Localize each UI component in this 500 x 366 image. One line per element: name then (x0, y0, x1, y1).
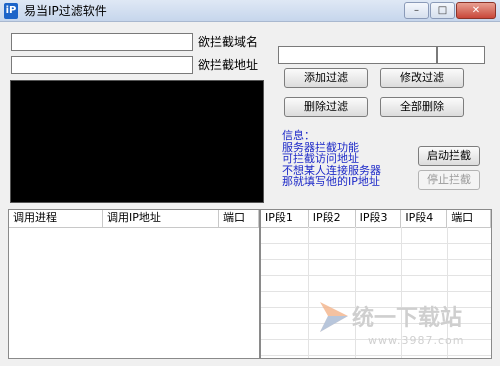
maximize-icon[interactable]: □ (430, 2, 455, 19)
column-header-ip1[interactable]: IP段1 (261, 210, 309, 227)
app-icon: iP (4, 3, 18, 19)
filter-list-header: IP段1 IP段2 IP段3 IP段4 端口 (261, 210, 491, 228)
info-line: 那就填写他的IP地址 (282, 175, 380, 188)
edit-filter-button[interactable]: 修改过滤 (380, 68, 464, 88)
delete-all-button[interactable]: 全部删除 (380, 97, 464, 117)
minimize-icon[interactable]: – (404, 2, 429, 19)
filter-port-input[interactable] (437, 46, 485, 64)
watermark-text: 统一下载站 (352, 306, 463, 331)
start-block-button[interactable]: 启动拦截 (418, 146, 480, 166)
column-header-ip4[interactable]: IP段4 (401, 210, 448, 227)
process-list-header: 调用进程 调用IP地址 端口 (9, 210, 259, 228)
delete-filter-button[interactable]: 删除过滤 (284, 97, 368, 117)
watermark-logo-icon (320, 302, 348, 332)
address-label: 欲拦截地址 (198, 58, 259, 72)
column-header-port[interactable]: 端口 (219, 210, 259, 227)
column-header-port[interactable]: 端口 (447, 210, 491, 227)
watermark-url: www.3987.com (368, 334, 465, 347)
stop-block-button[interactable]: 停止拦截 (418, 170, 480, 190)
column-header-ip2[interactable]: IP段2 (309, 210, 356, 227)
column-header-process[interactable]: 调用进程 (9, 210, 103, 227)
filter-ip-input[interactable] (278, 46, 437, 64)
column-header-ip[interactable]: 调用IP地址 (103, 210, 219, 227)
info-line: 可拦截访问地址 (282, 152, 359, 165)
info-line: 信息： (282, 129, 315, 142)
close-icon[interactable]: ✕ (456, 2, 496, 19)
column-header-ip3[interactable]: IP段3 (356, 210, 402, 227)
process-list[interactable]: 调用进程 调用IP地址 端口 (8, 209, 260, 359)
domain-label: 欲拦截域名 (198, 35, 259, 49)
window-title: 易当IP过滤软件 (24, 4, 107, 18)
domain-input[interactable] (11, 33, 193, 51)
info-text: 信息： 服务器拦截功能 可拦截访问地址 不想某人连接服务器 那就填写他的IP地址 (282, 130, 422, 188)
add-filter-button[interactable]: 添加过滤 (284, 68, 368, 88)
log-display (10, 80, 264, 203)
address-input[interactable] (11, 56, 193, 74)
